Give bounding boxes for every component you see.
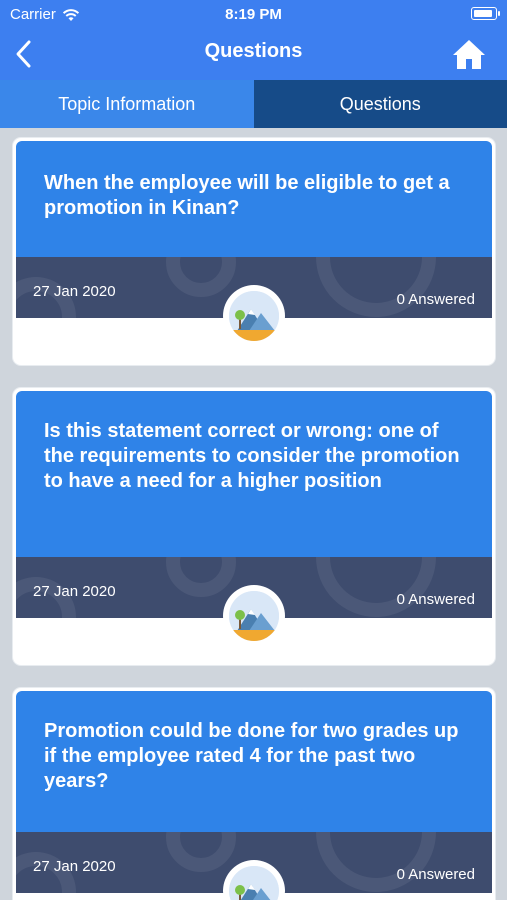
question-card[interactable]: Promotion could be done for two grades u… (13, 688, 495, 900)
question-text: Is this statement correct or wrong: one … (44, 420, 460, 492)
question-text: Promotion could be done for two grades u… (44, 720, 459, 792)
question-header: When the employee will be eligible to ge… (16, 141, 492, 257)
answered-count: 0 Answered (396, 866, 475, 883)
page-title: Questions (204, 40, 303, 62)
mountain-landscape-icon (229, 291, 279, 341)
question-text: When the employee will be eligible to ge… (44, 172, 450, 219)
tab-bar: Topic Information Questions (0, 80, 507, 128)
question-list[interactable]: When the employee will be eligible to ge… (0, 128, 507, 900)
question-card[interactable]: Is this statement correct or wrong: one … (13, 388, 495, 665)
battery-icon (471, 7, 500, 20)
status-time: 8:19 PM (225, 6, 282, 23)
home-icon (453, 40, 485, 69)
question-date: 27 Jan 2020 (33, 858, 116, 875)
app-header: Carrier 8:19 PM Questions (0, 0, 507, 80)
nav-bar: Questions (0, 28, 507, 80)
status-bar: Carrier 8:19 PM (0, 0, 507, 28)
question-header: Promotion could be done for two grades u… (16, 691, 492, 832)
tab-questions[interactable]: Questions (253, 80, 507, 128)
mountain-landscape-icon (229, 866, 279, 900)
answered-count: 0 Answered (396, 591, 475, 608)
question-date: 27 Jan 2020 (33, 583, 116, 600)
question-date: 27 Jan 2020 (33, 283, 116, 300)
answered-count: 0 Answered (396, 291, 475, 308)
question-card[interactable]: When the employee will be eligible to ge… (13, 138, 495, 365)
topic-avatar (223, 585, 285, 647)
topic-avatar (223, 285, 285, 347)
question-header: Is this statement correct or wrong: one … (16, 391, 492, 557)
mountain-landscape-icon (229, 591, 279, 641)
home-button[interactable] (451, 36, 487, 72)
tab-topic-information[interactable]: Topic Information (0, 80, 254, 128)
